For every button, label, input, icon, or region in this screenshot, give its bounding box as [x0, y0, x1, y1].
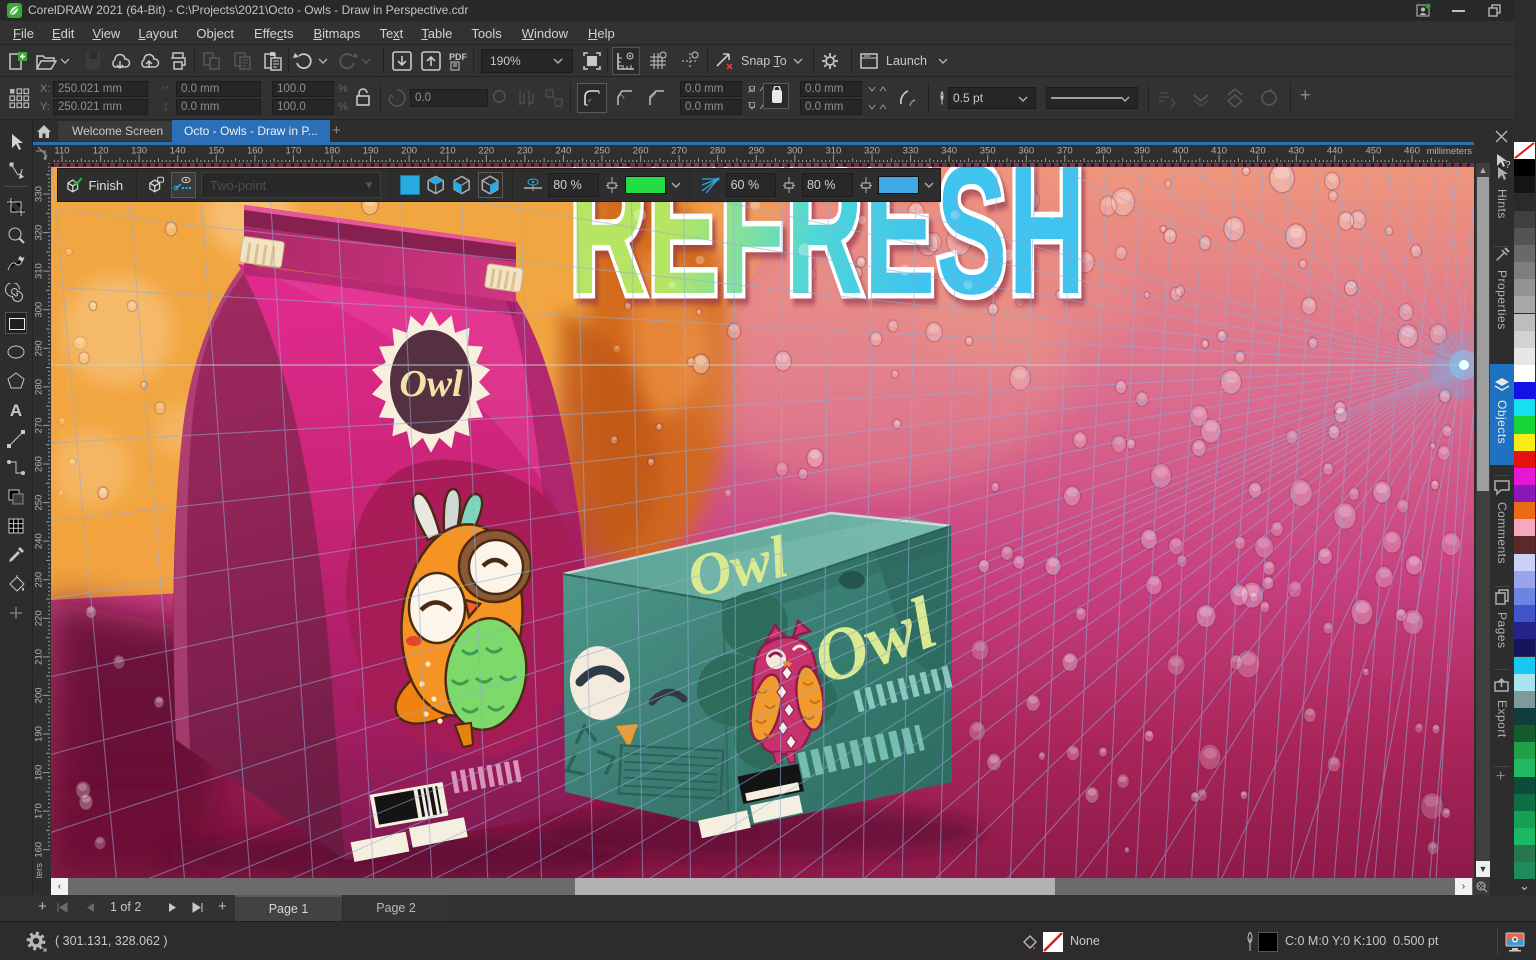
svg-text:420: 420	[1250, 146, 1266, 157]
svg-text:300: 300	[34, 302, 45, 318]
svg-text:300: 300	[787, 146, 803, 157]
svg-text:PDF: PDF	[449, 52, 468, 62]
svg-text:230: 230	[34, 572, 45, 588]
svg-text:160: 160	[247, 146, 263, 157]
svg-text:440: 440	[1327, 146, 1343, 157]
svg-text:360: 360	[1018, 146, 1034, 157]
svg-text:130: 130	[131, 146, 147, 157]
svg-text:190: 190	[34, 726, 45, 742]
svg-text:290: 290	[748, 146, 764, 157]
svg-text:180: 180	[324, 146, 340, 157]
svg-text:330: 330	[903, 146, 919, 157]
svg-text:250: 250	[34, 495, 45, 511]
svg-text:350: 350	[980, 146, 996, 157]
svg-text:310: 310	[34, 263, 45, 279]
svg-text:260: 260	[633, 146, 649, 157]
svg-text:230: 230	[517, 146, 533, 157]
svg-text:400: 400	[1173, 146, 1189, 157]
svg-text:150: 150	[208, 146, 224, 157]
svg-text:240: 240	[555, 146, 571, 157]
svg-text:millimeters: millimeters	[34, 863, 45, 878]
svg-text:A: A	[10, 401, 22, 420]
svg-text:340: 340	[941, 146, 957, 157]
svg-text:280: 280	[710, 146, 726, 157]
svg-text:330: 330	[34, 186, 45, 202]
svg-text:370: 370	[1057, 146, 1073, 157]
svg-text:430: 430	[1288, 146, 1304, 157]
svg-text:250: 250	[594, 146, 610, 157]
svg-text:170: 170	[34, 803, 45, 819]
svg-text:200: 200	[34, 687, 45, 703]
svg-text:280: 280	[34, 379, 45, 395]
svg-text:160: 160	[34, 842, 45, 858]
svg-text:410: 410	[1211, 146, 1227, 157]
svg-text:110: 110	[54, 146, 69, 157]
svg-text:180: 180	[34, 765, 45, 781]
svg-text:270: 270	[34, 417, 45, 433]
svg-text:240: 240	[34, 533, 45, 549]
svg-text:450: 450	[1365, 146, 1381, 157]
svg-text:220: 220	[34, 610, 45, 626]
svg-text:320: 320	[864, 146, 880, 157]
svg-text:170: 170	[285, 146, 301, 157]
svg-text:380: 380	[1095, 146, 1111, 157]
svg-text:210: 210	[34, 649, 45, 665]
svg-text:320: 320	[34, 225, 45, 241]
svg-text:190: 190	[363, 146, 379, 157]
svg-text:millimeters: millimeters	[1427, 146, 1473, 157]
svg-text:220: 220	[478, 146, 494, 157]
svg-text:200: 200	[401, 146, 417, 157]
svg-text:460: 460	[1404, 146, 1420, 157]
svg-text:390: 390	[1134, 146, 1150, 157]
svg-text:290: 290	[34, 340, 45, 356]
svg-text:310: 310	[825, 146, 841, 157]
svg-text:210: 210	[440, 146, 456, 157]
svg-text:140: 140	[170, 146, 186, 157]
svg-text:260: 260	[34, 456, 45, 472]
svg-text:120: 120	[93, 146, 109, 157]
svg-text:270: 270	[671, 146, 687, 157]
